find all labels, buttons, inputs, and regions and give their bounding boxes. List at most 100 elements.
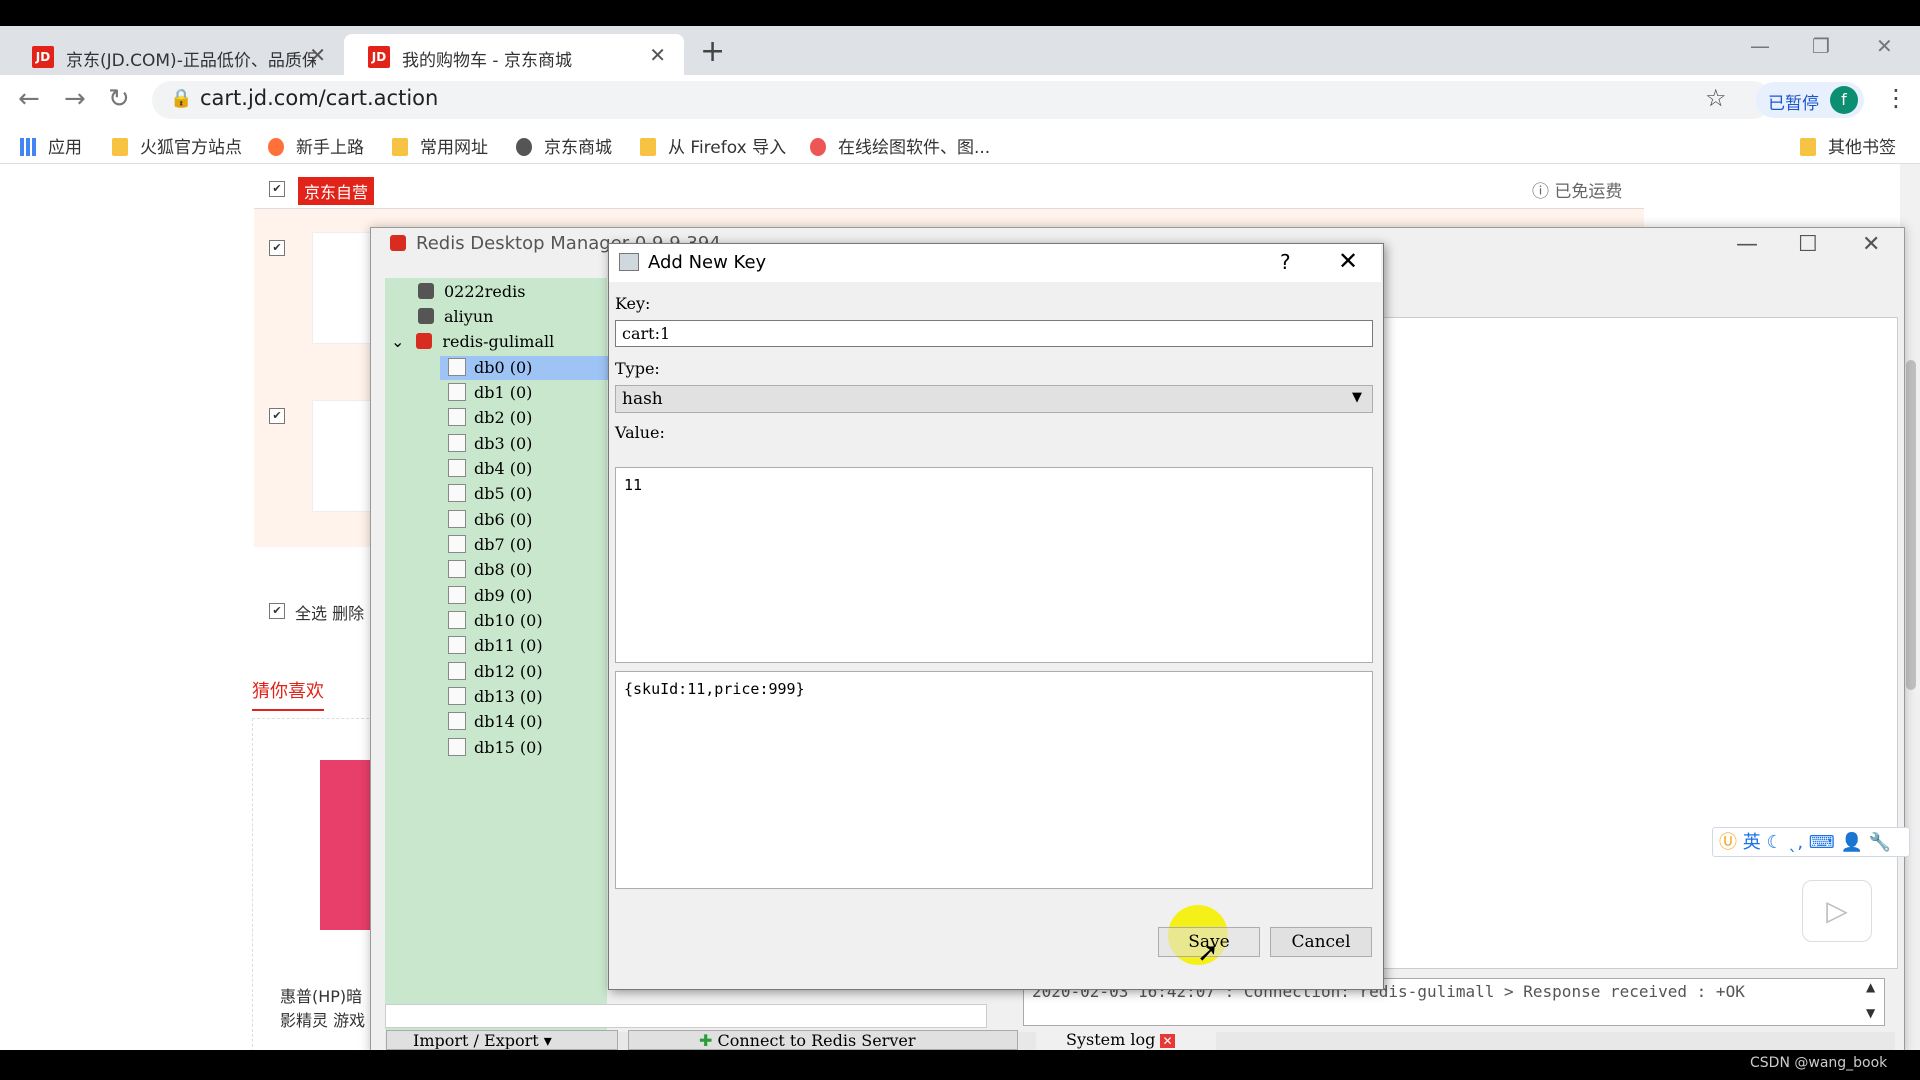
shop-checkbox[interactable]: ✔ bbox=[269, 181, 285, 197]
globe-icon bbox=[516, 138, 532, 156]
bookmark-common-sites[interactable]: 常用网址 bbox=[392, 133, 488, 158]
rdm-minimize-icon[interactable]: — bbox=[1736, 232, 1758, 257]
db-item-db15[interactable]: db15 (0) bbox=[448, 738, 543, 757]
db-item-db13[interactable]: db13 (0) bbox=[448, 687, 543, 706]
server-icon bbox=[418, 283, 434, 299]
dialog-window-icon bbox=[619, 253, 639, 271]
firefox-icon bbox=[268, 138, 284, 156]
database-icon bbox=[448, 434, 466, 452]
server-icon bbox=[418, 308, 434, 324]
db-item-db5[interactable]: db5 (0) bbox=[448, 484, 532, 503]
database-icon bbox=[448, 586, 466, 604]
folder-icon bbox=[112, 138, 128, 156]
url-text[interactable]: cart.jd.com/cart.action bbox=[200, 86, 438, 110]
play-icon[interactable]: ▷ bbox=[1802, 880, 1872, 942]
keyboard-icon[interactable]: ⌨ bbox=[1803, 832, 1835, 853]
close-icon[interactable]: ✕ bbox=[1160, 1034, 1175, 1048]
wrench-icon[interactable]: 🔧 bbox=[1863, 832, 1891, 853]
tab-jd-home[interactable]: JD 京东(JD.COM)-正品低价、品质保 ✕ bbox=[8, 34, 344, 75]
lock-icon[interactable]: 🔒 bbox=[170, 88, 192, 109]
db-item-db0[interactable]: db0 (0) bbox=[448, 358, 532, 377]
bookmark-import-firefox[interactable]: 从 Firefox 导入 bbox=[640, 133, 786, 158]
chevron-down-icon[interactable]: ⌄ bbox=[391, 332, 404, 351]
new-tab-icon[interactable]: + bbox=[700, 34, 725, 69]
free-shipping-label: ⓘ 已免运费 bbox=[1532, 182, 1623, 202]
value-label: Value: bbox=[615, 423, 665, 442]
dialog-close-icon[interactable]: ✕ bbox=[1338, 247, 1358, 275]
product-image[interactable] bbox=[312, 232, 374, 344]
db-item-db7[interactable]: db7 (0) bbox=[448, 535, 532, 554]
server-item-redis-gulimall[interactable]: ⌄ redis-gulimall bbox=[391, 332, 554, 351]
bookmark-getting-started[interactable]: 新手上路 bbox=[268, 133, 364, 158]
punctuation-icon[interactable]: ˎ, bbox=[1783, 832, 1803, 853]
help-icon[interactable]: ? bbox=[1280, 250, 1291, 274]
bookmark-jd-mall[interactable]: 京东商城 bbox=[516, 133, 612, 158]
product-image[interactable] bbox=[312, 400, 374, 512]
select-all-checkbox[interactable]: ✔ bbox=[269, 603, 285, 619]
tree-horizontal-scrollbar[interactable] bbox=[385, 1004, 987, 1028]
minimize-icon[interactable]: — bbox=[1750, 34, 1770, 58]
server-item-0222redis[interactable]: 0222redis bbox=[418, 282, 525, 301]
close-window-icon[interactable]: ✕ bbox=[1876, 34, 1893, 58]
db-item-db6[interactable]: db6 (0) bbox=[448, 510, 532, 529]
db-item-db11[interactable]: db11 (0) bbox=[448, 636, 543, 655]
tab-title: 我的购物车 - 京东商城 bbox=[402, 51, 572, 71]
connect-server-button[interactable]: ✚ Connect to Redis Server bbox=[628, 1030, 1018, 1050]
system-log-tab[interactable]: System log ✕ bbox=[1036, 1030, 1216, 1050]
cancel-button[interactable]: Cancel bbox=[1270, 927, 1372, 957]
chevron-down-icon[interactable]: ▼ bbox=[1352, 390, 1362, 405]
import-export-button[interactable]: Import / Export ▾ bbox=[386, 1030, 618, 1050]
bookmark-other[interactable]: 其他书签 bbox=[1800, 133, 1896, 158]
bookmark-online-drawing[interactable]: 在线绘图软件、图... bbox=[810, 133, 990, 158]
database-icon bbox=[448, 484, 466, 502]
database-icon bbox=[448, 560, 466, 578]
tab-title: 京东(JD.COM)-正品低价、品质保 bbox=[66, 51, 316, 71]
db-item-db9[interactable]: db9 (0) bbox=[448, 586, 532, 605]
reload-icon[interactable]: ↻ bbox=[108, 84, 130, 114]
bookmark-star-icon[interactable]: ☆ bbox=[1705, 84, 1727, 112]
hash-value-textarea[interactable] bbox=[615, 671, 1373, 889]
db-item-db8[interactable]: db8 (0) bbox=[448, 560, 532, 579]
ime-toolbar[interactable]: Ⓤ 英 ☾ ˎ, ⌨ 👤 🔧 bbox=[1712, 827, 1910, 857]
rdm-maximize-icon[interactable]: ☐ bbox=[1798, 232, 1818, 257]
user-icon[interactable]: 👤 bbox=[1835, 832, 1862, 853]
db-item-db10[interactable]: db10 (0) bbox=[448, 611, 543, 630]
scroll-down-icon[interactable]: ▼ bbox=[1866, 1006, 1875, 1020]
hash-key-text: 11 bbox=[624, 476, 643, 494]
forward-icon[interactable]: → bbox=[64, 84, 86, 114]
db-item-db4[interactable]: db4 (0) bbox=[448, 459, 532, 478]
database-icon bbox=[448, 358, 466, 376]
recommendation-title[interactable]: 惠普(HP)暗影精灵 游戏笔记本电脑 bbox=[280, 985, 375, 1033]
close-icon[interactable]: ✕ bbox=[309, 43, 326, 67]
hash-key-textarea[interactable] bbox=[615, 467, 1373, 663]
db-item-db1[interactable]: db1 (0) bbox=[448, 383, 532, 402]
database-icon bbox=[448, 459, 466, 477]
guess-you-like-tab[interactable]: 猜你喜欢 bbox=[252, 677, 324, 711]
moon-icon[interactable]: ☾ bbox=[1761, 832, 1782, 853]
database-icon bbox=[448, 738, 466, 756]
select-all-label[interactable]: 全选 删除 bbox=[295, 600, 364, 624]
key-input[interactable]: cart:1 bbox=[615, 320, 1373, 347]
database-icon bbox=[448, 712, 466, 730]
tab-cart[interactable]: JD 我的购物车 - 京东商城 ✕ bbox=[344, 34, 684, 75]
avatar[interactable]: f bbox=[1830, 86, 1858, 114]
page-scrollbar-thumb[interactable] bbox=[1906, 360, 1916, 690]
menu-icon[interactable]: ⋮ bbox=[1884, 84, 1908, 112]
db-item-db14[interactable]: db14 (0) bbox=[448, 712, 543, 731]
database-icon bbox=[448, 535, 466, 553]
database-icon bbox=[448, 611, 466, 629]
type-select[interactable]: hash bbox=[615, 385, 1373, 413]
scroll-up-icon[interactable]: ▲ bbox=[1866, 980, 1875, 994]
back-icon[interactable]: ← bbox=[18, 84, 40, 114]
item-checkbox[interactable]: ✔ bbox=[269, 408, 285, 424]
restore-icon[interactable]: ❐ bbox=[1812, 34, 1830, 58]
item-checkbox[interactable]: ✔ bbox=[269, 240, 285, 256]
db-item-db12[interactable]: db12 (0) bbox=[448, 662, 543, 681]
bookmark-firefox-official[interactable]: 火狐官方站点 bbox=[112, 133, 242, 158]
rdm-close-icon[interactable]: ✕ bbox=[1862, 232, 1880, 257]
close-icon[interactable]: ✕ bbox=[649, 43, 666, 67]
server-item-aliyun[interactable]: aliyun bbox=[418, 307, 493, 326]
db-item-db2[interactable]: db2 (0) bbox=[448, 408, 532, 427]
bookmark-apps[interactable]: 应用 bbox=[20, 133, 82, 158]
db-item-db3[interactable]: db3 (0) bbox=[448, 434, 532, 453]
